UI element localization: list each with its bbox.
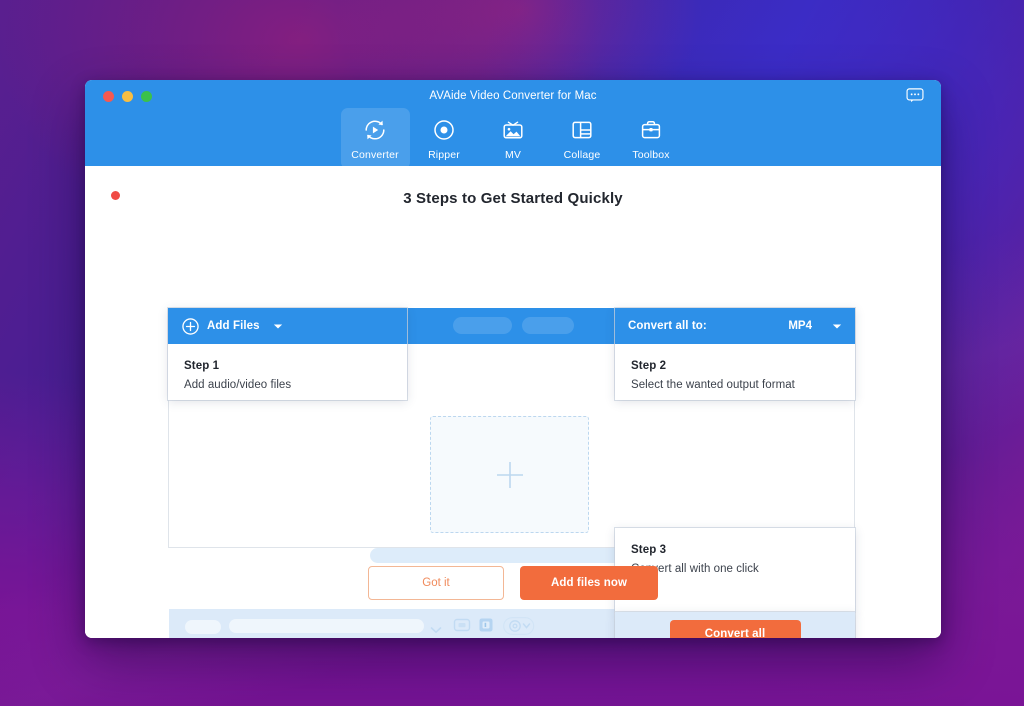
step-1-card: Add Files Step 1 Add audio/video files: [168, 308, 407, 400]
bottom-toolbar-ghost-button: [185, 620, 221, 634]
convert-circle-icon: [362, 117, 388, 143]
desktop-background: AVAide Video Converter for Mac Converter…: [0, 0, 1024, 706]
gear-icon: [503, 617, 543, 638]
step-2-card: Convert all to: MP4 Step 2 Select the wa…: [615, 308, 855, 400]
main-navigation: Converter Ripper MV Collage Toolbox: [85, 108, 941, 169]
layout-grid-icon: [569, 117, 595, 143]
add-files-button[interactable]: Add Files: [168, 308, 407, 344]
plus-circle-icon: [182, 317, 199, 335]
step-1-body: Step 1 Add audio/video files: [168, 344, 407, 391]
convert-all-to-label: Convert all to:: [628, 320, 707, 332]
step-2-title: Step 2: [631, 360, 667, 372]
nav-label-collage: Collage: [563, 149, 601, 161]
preview-chip-icon: [477, 616, 495, 638]
output-path-field: [229, 619, 424, 633]
nav-item-toolbox[interactable]: Toolbox: [617, 108, 686, 169]
nav-label-converter: Converter: [351, 149, 399, 161]
nav-label-mv: MV: [504, 149, 522, 161]
convert-all-to-row: Convert all to: MP4: [615, 308, 855, 344]
folder-icon: [453, 616, 471, 638]
plus-icon: [492, 457, 528, 493]
convert-all-button[interactable]: Convert all: [669, 619, 801, 638]
title-bar: AVAide Video Converter for Mac Converter…: [85, 80, 941, 169]
chevron-down-icon: [430, 621, 442, 638]
tv-photo-icon: [500, 117, 526, 143]
footer-actions: Got it Add files now: [85, 566, 941, 600]
nav-item-mv[interactable]: MV: [479, 108, 548, 169]
toolbar-ghost-button-1: [453, 317, 512, 334]
chevron-down-icon: [832, 317, 842, 335]
content-area: 3 Steps to Get Started Quickly Add Files…: [85, 166, 941, 638]
disc-icon: [431, 117, 457, 143]
step-3-footer: Convert all: [615, 612, 855, 638]
step-1-description: Add audio/video files: [184, 379, 292, 391]
add-files-label: Add Files: [207, 320, 260, 332]
chevron-down-icon[interactable]: [273, 317, 283, 335]
output-format-select[interactable]: MP4: [788, 317, 842, 335]
toolbar-ghost-button-2: [522, 317, 574, 334]
got-it-button[interactable]: Got it: [368, 566, 504, 600]
briefcase-icon: [638, 117, 664, 143]
file-dropzone[interactable]: [430, 416, 589, 533]
step-3-title: Step 3: [631, 544, 667, 556]
step-2-body: Step 2 Select the wanted output format: [615, 344, 855, 391]
window-title: AVAide Video Converter for Mac: [429, 90, 597, 102]
chat-bubble-icon[interactable]: [906, 88, 924, 103]
nav-item-ripper[interactable]: Ripper: [410, 108, 479, 169]
nav-label-toolbox: Toolbox: [632, 149, 670, 161]
nav-item-collage[interactable]: Collage: [548, 108, 617, 169]
step-2-description: Select the wanted output format: [631, 379, 795, 391]
page-title: 3 Steps to Get Started Quickly: [403, 190, 623, 207]
nav-item-converter[interactable]: Converter: [340, 108, 410, 169]
output-format-value: MP4: [788, 320, 812, 332]
add-files-now-button[interactable]: Add files now: [520, 566, 658, 600]
step-1-title: Step 1: [184, 360, 220, 372]
app-window: AVAide Video Converter for Mac Converter…: [85, 80, 941, 638]
nav-label-ripper: Ripper: [428, 149, 460, 161]
